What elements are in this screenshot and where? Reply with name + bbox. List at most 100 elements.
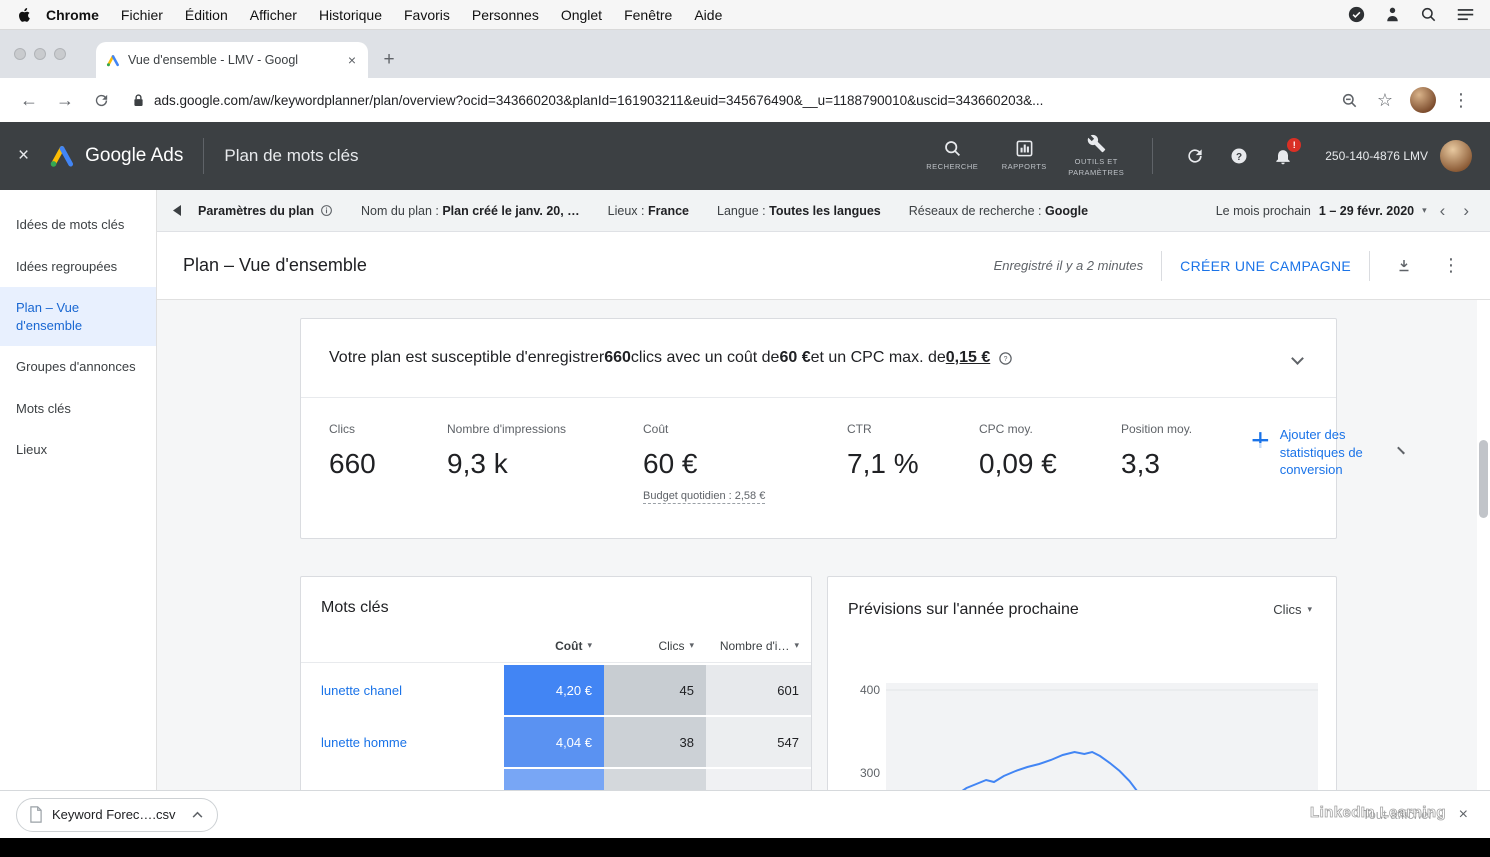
locations-value: France (648, 204, 689, 218)
account-id[interactable]: 250-140-4876 LMV (1325, 149, 1428, 163)
networks-setting[interactable]: Réseaux de recherche : Google (909, 204, 1088, 218)
spotlight-icon[interactable] (1420, 6, 1437, 23)
back-icon[interactable]: ← (14, 85, 44, 115)
account-avatar[interactable] (1440, 140, 1472, 172)
tab-title: Vue d'ensemble - LMV - Googl (128, 53, 338, 67)
menu-item-personnes[interactable]: Personnes (461, 7, 550, 23)
metric-value: 9,3 k (447, 448, 597, 480)
zoom-icon[interactable] (1334, 85, 1364, 115)
metric-label: Position moy. (1121, 422, 1205, 436)
google-ads-appbar: × Google Ads Plan de mots clés RECHERCHE… (0, 122, 1490, 190)
window-zoom-button[interactable] (54, 48, 66, 60)
sidebar-item-lieux[interactable]: Lieux (0, 429, 156, 471)
headline-cpc-max[interactable]: 0,15 € (946, 349, 990, 367)
menu-item-historique[interactable]: Historique (308, 7, 393, 23)
new-tab-button[interactable]: + (374, 45, 404, 75)
plan-settings-bar: Paramètres du plan Nom du plan : Plan cr… (157, 190, 1490, 232)
nav-search-button[interactable]: RECHERCHE (916, 139, 988, 172)
nav-reports-button[interactable]: RAPPORTS (988, 139, 1060, 172)
create-campaign-button[interactable]: CRÉER UNE CAMPAGNE (1180, 258, 1351, 274)
sidebar-item-plan-vue-ensemble[interactable]: Plan – Vue d'ensemble (0, 287, 156, 346)
add-conversion-stats-label: Ajouter des statistiques de conversion (1280, 426, 1386, 479)
menu-item-onglet[interactable]: Onglet (550, 7, 613, 23)
column-header-impressions[interactable]: Nombre d'i… ▾ (706, 639, 811, 653)
sidebar-item-mots-cles[interactable]: Mots clés (0, 388, 156, 430)
menu-item-favoris[interactable]: Favoris (393, 7, 461, 23)
notifications-bell-icon[interactable]: ! (1265, 138, 1301, 174)
cost-cell: 4,04 € (504, 717, 604, 767)
language-setting[interactable]: Langue : Toutes les langues (717, 204, 881, 218)
keyword-link[interactable] (301, 769, 504, 790)
forecast-metric-select[interactable]: Clics ▾ (1267, 599, 1318, 620)
notification-center-icon[interactable] (1457, 7, 1474, 22)
forward-icon[interactable]: → (50, 85, 80, 115)
help-icon[interactable]: ? (1221, 138, 1257, 174)
column-header-cout[interactable]: Coût ▾ (504, 639, 604, 653)
menu-item-aide[interactable]: Aide (683, 7, 733, 23)
scrollbar-thumb[interactable] (1479, 440, 1488, 518)
impressions-cell: 547 (706, 717, 811, 767)
ads-close-icon[interactable]: × (18, 145, 29, 167)
table-row[interactable]: lunette homme 4,04 € 38 547 (301, 717, 811, 767)
table-row[interactable] (301, 769, 811, 790)
language-label: Langue : (717, 204, 766, 218)
daily-budget-link[interactable]: Budget quotidien : 2,58 € (643, 490, 765, 504)
browser-profile-avatar[interactable] (1410, 87, 1436, 113)
status-check-icon[interactable] (1348, 6, 1365, 23)
plan-name-setting[interactable]: Nom du plan : Plan créé le janv. 20, … (361, 204, 580, 218)
more-options-icon[interactable]: ⋮ (1438, 255, 1464, 276)
menu-item-fichier[interactable]: Fichier (110, 7, 174, 23)
menu-item-edition[interactable]: Édition (174, 7, 239, 23)
collapse-panel-icon[interactable] (173, 205, 182, 216)
browser-menu-icon[interactable]: ⋮ (1446, 85, 1476, 115)
sidebar-item-groupes-annonces[interactable]: Groupes d'annonces (0, 346, 156, 388)
keyword-link[interactable]: lunette chanel (301, 665, 504, 715)
metric-label: Coût (643, 422, 801, 436)
reload-icon[interactable] (86, 85, 116, 115)
downloads-bar-close-icon[interactable]: × (1459, 806, 1468, 824)
plan-settings-button[interactable]: Paramètres du plan (198, 204, 333, 218)
collapse-summary-icon[interactable] (1291, 352, 1304, 365)
sidebar-item-idees-mots-cles[interactable]: Idées de mots clés (0, 204, 156, 246)
chevron-up-icon[interactable] (185, 802, 211, 828)
download-icon[interactable] (1388, 250, 1420, 282)
bookmark-star-icon[interactable]: ☆ (1370, 85, 1400, 115)
locations-setting[interactable]: Lieux : France (608, 204, 689, 218)
menu-item-afficher[interactable]: Afficher (239, 7, 308, 23)
headline-clicks: 660 (604, 349, 631, 367)
downloaded-file-chip[interactable]: Keyword Forec….csv (16, 798, 218, 832)
url-text[interactable]: ads.google.com/aw/keywordplanner/plan/ov… (154, 93, 1043, 108)
menu-item-chrome[interactable]: Chrome (35, 7, 110, 23)
status-person-icon[interactable] (1385, 6, 1400, 23)
headline-help-icon[interactable]: ? (998, 351, 1013, 366)
lock-icon[interactable] (132, 93, 145, 108)
period-prev-icon[interactable]: ‹ (1435, 201, 1451, 221)
period-next-icon[interactable]: › (1458, 201, 1474, 221)
window-minimize-button[interactable] (34, 48, 46, 60)
browser-tab[interactable]: Vue d'ensemble - LMV - Googl × (96, 42, 368, 78)
locations-label: Lieux : (608, 204, 645, 218)
plan-name-value: Plan créé le janv. 20, … (442, 204, 579, 218)
column-header-clics[interactable]: Clics ▾ (604, 639, 706, 653)
scrollbar-track[interactable] (1477, 300, 1490, 790)
nav-tools-button[interactable]: OUTILS ET PARAMÈTRES (1060, 134, 1132, 177)
address-bar[interactable]: ads.google.com/aw/keywordplanner/plan/ov… (122, 83, 1328, 117)
metric-cout: Coût 60 € Budget quotidien : 2,58 € (643, 422, 801, 504)
menu-item-fenetre[interactable]: Fenêtre (613, 7, 683, 23)
summary-headline: Votre plan est susceptible d'enregistrer… (301, 319, 1336, 397)
apple-menu-icon[interactable] (16, 6, 31, 24)
tab-close-icon[interactable]: × (346, 52, 358, 68)
metrics-next-icon[interactable] (1397, 447, 1405, 455)
impressions-cell (706, 769, 811, 790)
forecast-metric-value: Clics (1273, 602, 1301, 617)
window-close-button[interactable] (14, 48, 26, 60)
sidebar-item-idees-regroupees[interactable]: Idées regroupées (0, 246, 156, 288)
keyword-link[interactable]: lunette homme (301, 717, 504, 767)
saved-status: Enregistré il y a 2 minutes (994, 258, 1144, 273)
sort-arrow-icon: ▾ (689, 640, 694, 651)
period-value[interactable]: 1 – 29 févr. 2020 (1319, 204, 1414, 218)
refresh-icon[interactable] (1177, 138, 1213, 174)
table-row[interactable]: lunette chanel 4,20 € 45 601 (301, 665, 811, 715)
period-dropdown-icon[interactable]: ▾ (1422, 205, 1427, 216)
plan-name-label: Nom du plan : (361, 204, 439, 218)
